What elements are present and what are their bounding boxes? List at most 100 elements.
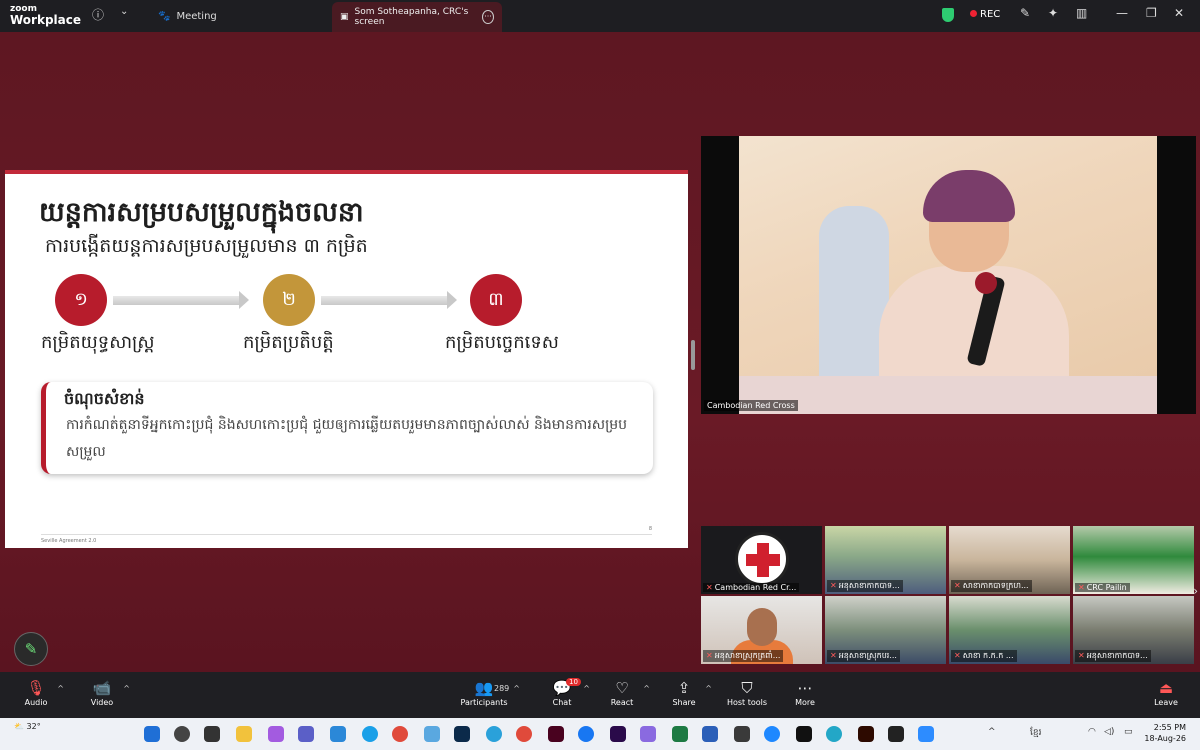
store-icon[interactable] <box>330 726 346 742</box>
layout-icon[interactable]: ▥ <box>1076 6 1087 20</box>
more-options-icon[interactable]: ··· <box>482 10 494 24</box>
participant-face <box>747 608 777 646</box>
close-icon[interactable]: ✕ <box>1174 6 1184 20</box>
wifi-icon[interactable]: ◠ <box>1088 727 1096 737</box>
photoshop-icon[interactable] <box>454 726 470 742</box>
paw-icon: 🐾 <box>158 10 171 22</box>
input-language[interactable]: ខ្មែរ <box>1030 727 1041 740</box>
slide-page-number: 8 <box>648 526 652 532</box>
pen-icon: ✎ <box>24 640 38 658</box>
capcut-icon[interactable] <box>796 726 812 742</box>
step-1-label: កម្រិតយុទ្ធសាស្ត្រ <box>41 332 155 353</box>
mic-muted-icon: ✕ <box>1078 583 1085 592</box>
restore-icon[interactable]: ❐ <box>1146 6 1157 20</box>
microphone-head <box>975 272 997 294</box>
security-shield-icon[interactable] <box>942 8 954 22</box>
participant-tile[interactable]: ✕ អនុសាខាស្រុកត្រពាំ... <box>701 596 822 664</box>
speaker-hair <box>923 170 1015 222</box>
annotation-pen-button[interactable]: ✎ <box>14 632 48 666</box>
facebook-icon[interactable] <box>578 726 594 742</box>
excel-icon[interactable] <box>672 726 688 742</box>
slide-title: យន្តការសម្របសម្រួលក្នុងចលនា <box>39 197 364 228</box>
calculator-icon[interactable] <box>734 726 750 742</box>
step-2-circle: ២ <box>263 274 315 326</box>
volume-icon[interactable]: ◁) <box>1104 727 1114 737</box>
leave-icon: ⏏ <box>1158 679 1174 697</box>
chevron-right-icon[interactable]: › <box>1193 584 1198 598</box>
chat-unread-badge: 10 <box>566 678 581 686</box>
participant-tile[interactable]: ✕ CRC Pailin <box>1073 526 1194 594</box>
search-icon[interactable] <box>174 726 190 742</box>
messenger-icon[interactable] <box>764 726 780 742</box>
chevron-up-icon[interactable]: ^ <box>705 684 712 693</box>
annotate-icon[interactable]: ✎ <box>1020 6 1030 20</box>
host-tools-button[interactable]: ⛉ Host tools <box>717 678 777 707</box>
chevron-up-icon[interactable]: ^ <box>643 684 650 693</box>
participant-tile[interactable]: ✕ សាខា ក.ក.ក ... <box>949 596 1070 664</box>
start-icon[interactable] <box>144 726 160 742</box>
chat-button[interactable]: 💬 Chat 10 ^ <box>532 678 592 707</box>
teams-icon[interactable] <box>298 726 314 742</box>
participant-tile[interactable]: ✕ អនុសាខាកាកបាទ... <box>825 526 946 594</box>
key-point-body: ការកំណត់តួនាទីអ្នកកោះប្រជុំ និងសហកោះប្រជ… <box>66 417 628 460</box>
chevron-up-icon[interactable]: ^ <box>123 684 130 693</box>
acrobat-icon[interactable] <box>888 726 904 742</box>
chevron-up-icon[interactable]: ^ <box>583 684 590 693</box>
edge-icon[interactable] <box>362 726 378 742</box>
participant-tile[interactable]: ✕ អនុសាខាកាកបាទ... <box>1073 596 1194 664</box>
mic-muted-icon: ✕ <box>1078 651 1085 660</box>
minimize-icon[interactable]: — <box>1116 6 1128 20</box>
more-icon: ⋯ <box>797 679 813 697</box>
chrome-icon[interactable] <box>392 726 408 742</box>
info-icon[interactable]: ⓘ <box>92 6 104 23</box>
audio-button[interactable]: 🎙 Audio ^ <box>6 678 66 707</box>
chevron-up-icon[interactable]: ^ <box>57 684 64 693</box>
battery-icon[interactable]: ▭ <box>1124 727 1133 737</box>
chevron-down-icon[interactable]: ⌄ <box>120 6 128 17</box>
participant-tile[interactable]: ✕ អនុសាខាស្រុកបរ... <box>825 596 946 664</box>
chevron-up-icon[interactable]: ^ <box>513 684 520 693</box>
speaker-name-label: Cambodian Red Cross <box>704 400 798 411</box>
file-explorer-icon[interactable] <box>236 726 252 742</box>
task-view-icon[interactable] <box>204 726 220 742</box>
recording-indicator[interactable]: REC <box>970 9 1000 20</box>
resize-handle[interactable] <box>691 340 695 370</box>
indesign-icon[interactable] <box>548 726 564 742</box>
game-icon[interactable] <box>640 726 656 742</box>
participant-tile[interactable]: ✕ Cambodian Red Cr... <box>701 526 822 594</box>
participants-button[interactable]: 👥 Participants 289 ^ <box>454 678 521 707</box>
illustrator-icon[interactable] <box>858 726 874 742</box>
chrome-icon[interactable] <box>516 726 532 742</box>
share-button[interactable]: ⇪ Share ^ <box>654 678 714 707</box>
zoom-logo: zoom Workplace <box>10 4 82 27</box>
participant-tile[interactable]: ✕ សាខាកាកបាទក្រហ... <box>949 526 1070 594</box>
tab-meeting[interactable]: 🐾 Meeting <box>148 4 227 28</box>
app-icon[interactable] <box>424 726 440 742</box>
chevron-up-icon[interactable]: ^ <box>988 727 996 737</box>
video-button[interactable]: 📹 Video ^ <box>72 678 132 707</box>
premiere-icon[interactable] <box>610 726 626 742</box>
mic-muted-icon: ✕ <box>706 583 713 592</box>
tab-shared-screen[interactable]: ▣ Som Sotheapanha, CRC's screen ··· <box>332 2 502 32</box>
canva-icon[interactable] <box>826 726 842 742</box>
weather-widget[interactable]: ⛅ 32° <box>14 722 41 731</box>
shared-slide: យន្តការសម្របសម្រួលក្នុងចលនា ការបង្កើតយន្… <box>5 170 688 548</box>
react-button[interactable]: ♡ React ^ <box>592 678 652 707</box>
system-clock[interactable]: 2:55 PM 18-Aug-26 <box>1144 722 1186 744</box>
arrow-right-icon <box>321 291 457 309</box>
telegram-icon[interactable] <box>486 726 502 742</box>
leave-button[interactable]: ⏏ Leave <box>1136 678 1196 707</box>
step-3-circle: ៣ <box>470 274 522 326</box>
key-point-box: ចំណុចសំខាន់ ការកំណត់តួនាទីអ្នកកោះប្រជុំ … <box>41 382 653 474</box>
more-button[interactable]: ⋯ More <box>775 678 835 707</box>
participant-gallery: ✕ Cambodian Red Cr... ✕ អនុសាខាកាកបាទ... ✕… <box>701 526 1198 666</box>
word-icon[interactable] <box>702 726 718 742</box>
active-speaker-video[interactable]: Cambodian Red Cross <box>701 136 1196 414</box>
zoom-icon[interactable] <box>918 726 934 742</box>
weather-icon: ⛅ <box>14 722 24 731</box>
mic-muted-icon: ✕ <box>830 651 837 660</box>
key-point-title: ចំណុចសំខាន់ <box>64 389 145 408</box>
mic-muted-icon: ✕ <box>706 651 713 660</box>
sparkle-icon[interactable]: ✦ <box>1048 6 1058 20</box>
copilot-icon[interactable] <box>268 726 284 742</box>
